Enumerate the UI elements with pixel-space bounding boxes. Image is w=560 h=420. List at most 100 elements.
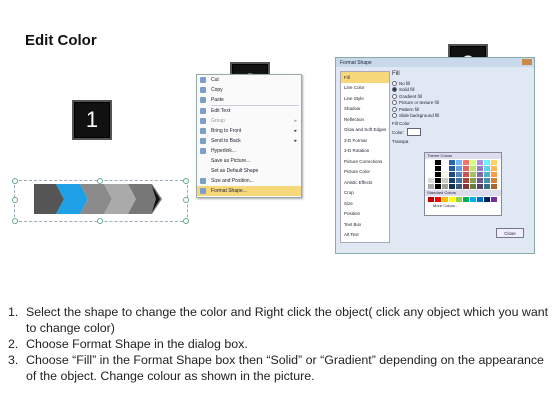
color-swatch[interactable]	[491, 166, 497, 171]
color-swatch[interactable]	[463, 160, 469, 165]
radio-slide-background-fill[interactable]: Slide background fill	[392, 113, 528, 120]
color-swatch[interactable]	[456, 184, 462, 189]
sidebar-item-picture-color[interactable]: Picture Color	[341, 167, 389, 178]
sidebar-item-glow[interactable]: Glow and Soft Edges	[341, 125, 389, 136]
color-swatch[interactable]	[484, 166, 490, 171]
menu-item-bring-to-front[interactable]: Bring to Front ▸	[197, 126, 301, 136]
sidebar-item-position[interactable]: Position	[341, 209, 389, 220]
color-swatch[interactable]	[484, 197, 490, 202]
color-swatch[interactable]	[491, 197, 497, 202]
color-swatch[interactable]	[470, 166, 476, 171]
sidebar-item-line-color[interactable]: Line Color	[341, 83, 389, 94]
color-swatch[interactable]	[435, 178, 441, 183]
color-swatch[interactable]	[456, 160, 462, 165]
color-swatch[interactable]	[456, 172, 462, 177]
sidebar-item-reflection[interactable]: Reflection	[341, 114, 389, 125]
color-swatch[interactable]	[491, 178, 497, 183]
color-swatch[interactable]	[463, 184, 469, 189]
sidebar-item-size[interactable]: Size	[341, 198, 389, 209]
color-swatch[interactable]	[435, 160, 441, 165]
color-swatch[interactable]	[463, 166, 469, 171]
color-swatch[interactable]	[477, 160, 483, 165]
sidebar-item-3d-rotation[interactable]: 3-D Rotation	[341, 146, 389, 157]
selection-handle[interactable]	[183, 218, 189, 224]
color-swatch[interactable]	[442, 184, 448, 189]
menu-item-edit-text[interactable]: Edit Text	[197, 106, 301, 116]
color-swatch[interactable]	[428, 166, 434, 171]
color-swatch[interactable]	[477, 178, 483, 183]
menu-item-cut[interactable]: Cut	[197, 75, 301, 85]
color-swatch[interactable]	[463, 178, 469, 183]
color-swatch[interactable]	[456, 178, 462, 183]
sidebar-item-picture-corrections[interactable]: Picture Corrections	[341, 156, 389, 167]
color-swatch[interactable]	[428, 160, 434, 165]
color-swatch[interactable]	[435, 197, 441, 202]
sidebar-item-shadow[interactable]: Shadow	[341, 104, 389, 115]
color-swatch[interactable]	[463, 172, 469, 177]
menu-item-size-and-position[interactable]: Size and Position...	[197, 176, 301, 186]
color-swatch[interactable]	[470, 172, 476, 177]
color-swatch[interactable]	[442, 166, 448, 171]
sidebar-item-text-box[interactable]: Text Box	[341, 219, 389, 230]
selection-handle[interactable]	[12, 197, 18, 203]
menu-item-paste[interactable]: Paste	[197, 95, 301, 105]
color-swatch[interactable]	[435, 166, 441, 171]
close-button[interactable]: Close	[496, 228, 524, 238]
color-swatch[interactable]	[442, 160, 448, 165]
color-swatch[interactable]	[449, 160, 455, 165]
color-swatch[interactable]	[456, 197, 462, 202]
color-swatch[interactable]	[442, 178, 448, 183]
color-swatch[interactable]	[491, 160, 497, 165]
color-swatch[interactable]	[428, 178, 434, 183]
color-picker-button[interactable]	[407, 128, 422, 136]
color-swatch[interactable]	[428, 184, 434, 189]
selection-handle[interactable]	[12, 178, 18, 184]
color-swatch[interactable]	[463, 197, 469, 202]
color-swatch[interactable]	[470, 184, 476, 189]
selection-handle[interactable]	[12, 218, 18, 224]
color-swatch[interactable]	[491, 184, 497, 189]
color-swatch[interactable]	[449, 184, 455, 189]
menu-item-copy[interactable]: Copy	[197, 85, 301, 95]
color-swatch[interactable]	[435, 184, 441, 189]
color-swatch[interactable]	[484, 172, 490, 177]
color-swatch[interactable]	[491, 172, 497, 177]
color-swatch[interactable]	[484, 160, 490, 165]
color-swatch[interactable]	[470, 197, 476, 202]
menu-item-format-shape[interactable]: Format Shape...	[197, 186, 301, 196]
color-swatch[interactable]	[484, 178, 490, 183]
color-swatch[interactable]	[456, 166, 462, 171]
color-swatch[interactable]	[449, 197, 455, 202]
sidebar-item-alt-text[interactable]: Alt Text	[341, 230, 389, 241]
color-swatch[interactable]	[477, 197, 483, 202]
sidebar-item-3d-format[interactable]: 3-D Format	[341, 135, 389, 146]
color-swatch[interactable]	[442, 197, 448, 202]
sidebar-item-line-style[interactable]: Line Style	[341, 93, 389, 104]
color-swatch[interactable]	[428, 172, 434, 177]
sidebar-item-fill[interactable]: Fill	[341, 72, 389, 83]
color-swatch[interactable]	[449, 178, 455, 183]
sidebar-item-artistic-effects[interactable]: Artistic Effects	[341, 177, 389, 188]
color-swatch[interactable]	[477, 184, 483, 189]
menu-item-set-default-shape[interactable]: Set as Default Shape	[197, 166, 301, 176]
menu-item-hyperlink[interactable]: Hyperlink...	[197, 146, 301, 156]
color-swatch[interactable]	[484, 184, 490, 189]
color-swatch[interactable]	[442, 172, 448, 177]
color-swatch[interactable]	[470, 160, 476, 165]
color-swatch[interactable]	[477, 166, 483, 171]
sidebar-item-crop[interactable]: Crop	[341, 188, 389, 199]
dialog-close-x-button[interactable]	[522, 59, 532, 65]
color-swatch[interactable]	[435, 172, 441, 177]
menu-item-save-as-picture[interactable]: Save as Picture...	[197, 156, 301, 166]
color-swatch[interactable]	[449, 166, 455, 171]
menu-item-send-to-back[interactable]: Send to Back ▸	[197, 136, 301, 146]
color-swatch[interactable]	[449, 172, 455, 177]
chevron-process-shape[interactable]	[30, 182, 170, 216]
more-colors-link[interactable]: More Colors...	[425, 203, 501, 208]
selection-handle[interactable]	[97, 218, 103, 224]
color-swatch[interactable]	[477, 172, 483, 177]
selection-handle[interactable]	[183, 197, 189, 203]
selection-handle[interactable]	[183, 178, 189, 184]
color-swatch[interactable]	[470, 178, 476, 183]
color-swatch[interactable]	[428, 197, 434, 202]
